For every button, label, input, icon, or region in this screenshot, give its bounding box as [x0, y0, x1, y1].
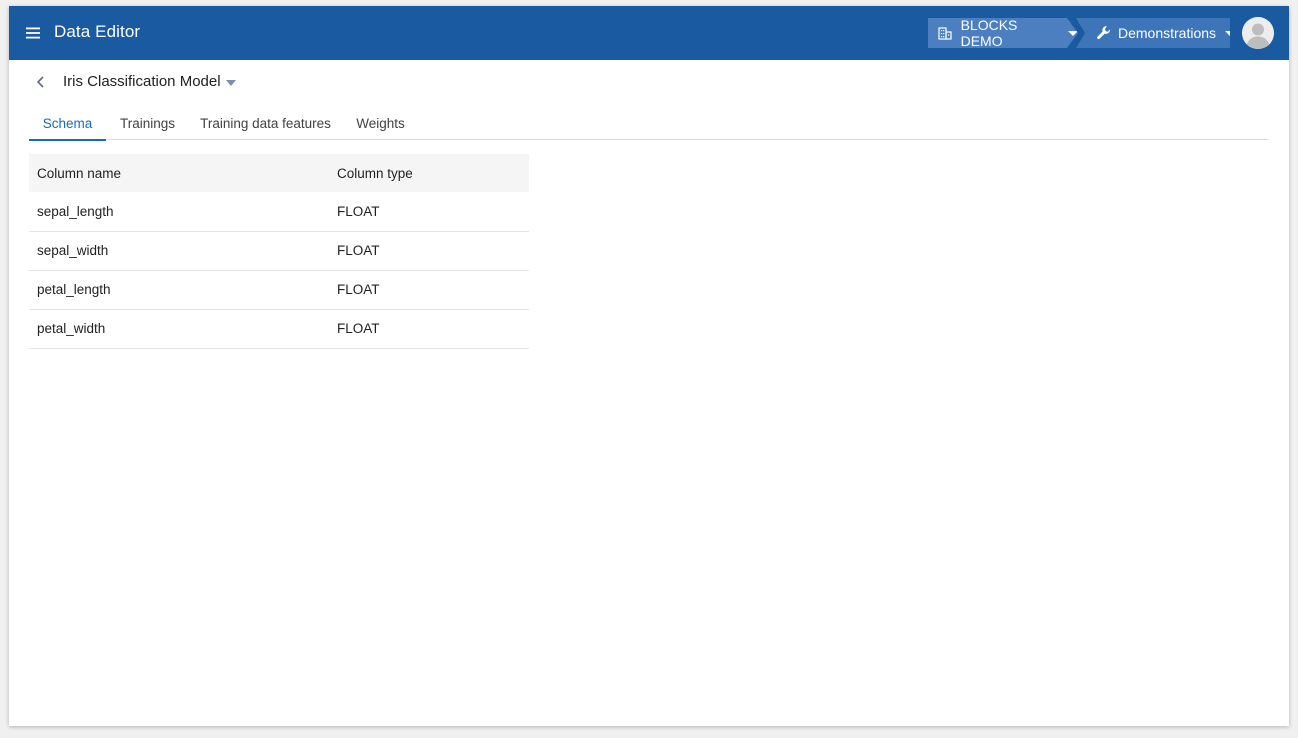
- model-title: Iris Classification Model: [63, 73, 221, 90]
- chevron-down-icon: [1068, 30, 1078, 36]
- building-icon: [936, 24, 954, 42]
- menu-icon[interactable]: [25, 25, 41, 41]
- column-name-cell: sepal_length: [29, 192, 329, 232]
- table-header-row: Column name Column type: [29, 154, 529, 192]
- wrench-icon: [1096, 24, 1112, 42]
- tab-schema[interactable]: Schema: [29, 106, 106, 141]
- column-type-cell: FLOAT: [329, 270, 529, 310]
- user-avatar-icon[interactable]: [1242, 17, 1274, 49]
- project-label: Demonstrations: [1118, 25, 1217, 41]
- table-row: petal_length FLOAT: [29, 270, 529, 310]
- organization-selector[interactable]: BLOCKS DEMO: [928, 18, 1078, 48]
- column-name-cell: petal_width: [29, 309, 329, 349]
- organization-label: BLOCKS DEMO: [960, 17, 1018, 49]
- chevron-left-icon[interactable]: [32, 73, 50, 91]
- tab-bar: Schema Trainings Training data features …: [29, 106, 1269, 141]
- column-type-header: Column type: [329, 154, 529, 192]
- tab-training-data-features[interactable]: Training data features: [189, 106, 342, 140]
- column-name-cell: sepal_width: [29, 231, 329, 271]
- column-type-cell: FLOAT: [329, 192, 529, 232]
- column-name-header: Column name: [29, 154, 329, 192]
- model-selector[interactable]: Iris Classification Model: [63, 73, 236, 90]
- schema-table: Column name Column type sepal_length FLO…: [29, 154, 529, 349]
- app-title: Data Editor: [54, 22, 141, 41]
- column-type-cell: FLOAT: [329, 309, 529, 349]
- project-selector[interactable]: Demonstrations: [1076, 18, 1230, 48]
- chevron-down-icon: [1225, 30, 1230, 36]
- chevron-down-icon: [225, 80, 236, 86]
- tab-trainings[interactable]: Trainings: [106, 106, 189, 140]
- app-window: Data Editor BLOCKS DEMO Demonstrations I…: [9, 6, 1289, 726]
- breadcrumb: Iris Classification Model: [9, 68, 1289, 98]
- table-row: sepal_length FLOAT: [29, 192, 529, 232]
- column-name-cell: petal_length: [29, 270, 329, 310]
- table-row: petal_width FLOAT: [29, 309, 529, 349]
- column-type-cell: FLOAT: [329, 231, 529, 271]
- app-bar: Data Editor BLOCKS DEMO Demonstrations: [9, 6, 1289, 60]
- table-row: sepal_width FLOAT: [29, 231, 529, 271]
- tab-weights[interactable]: Weights: [342, 106, 419, 140]
